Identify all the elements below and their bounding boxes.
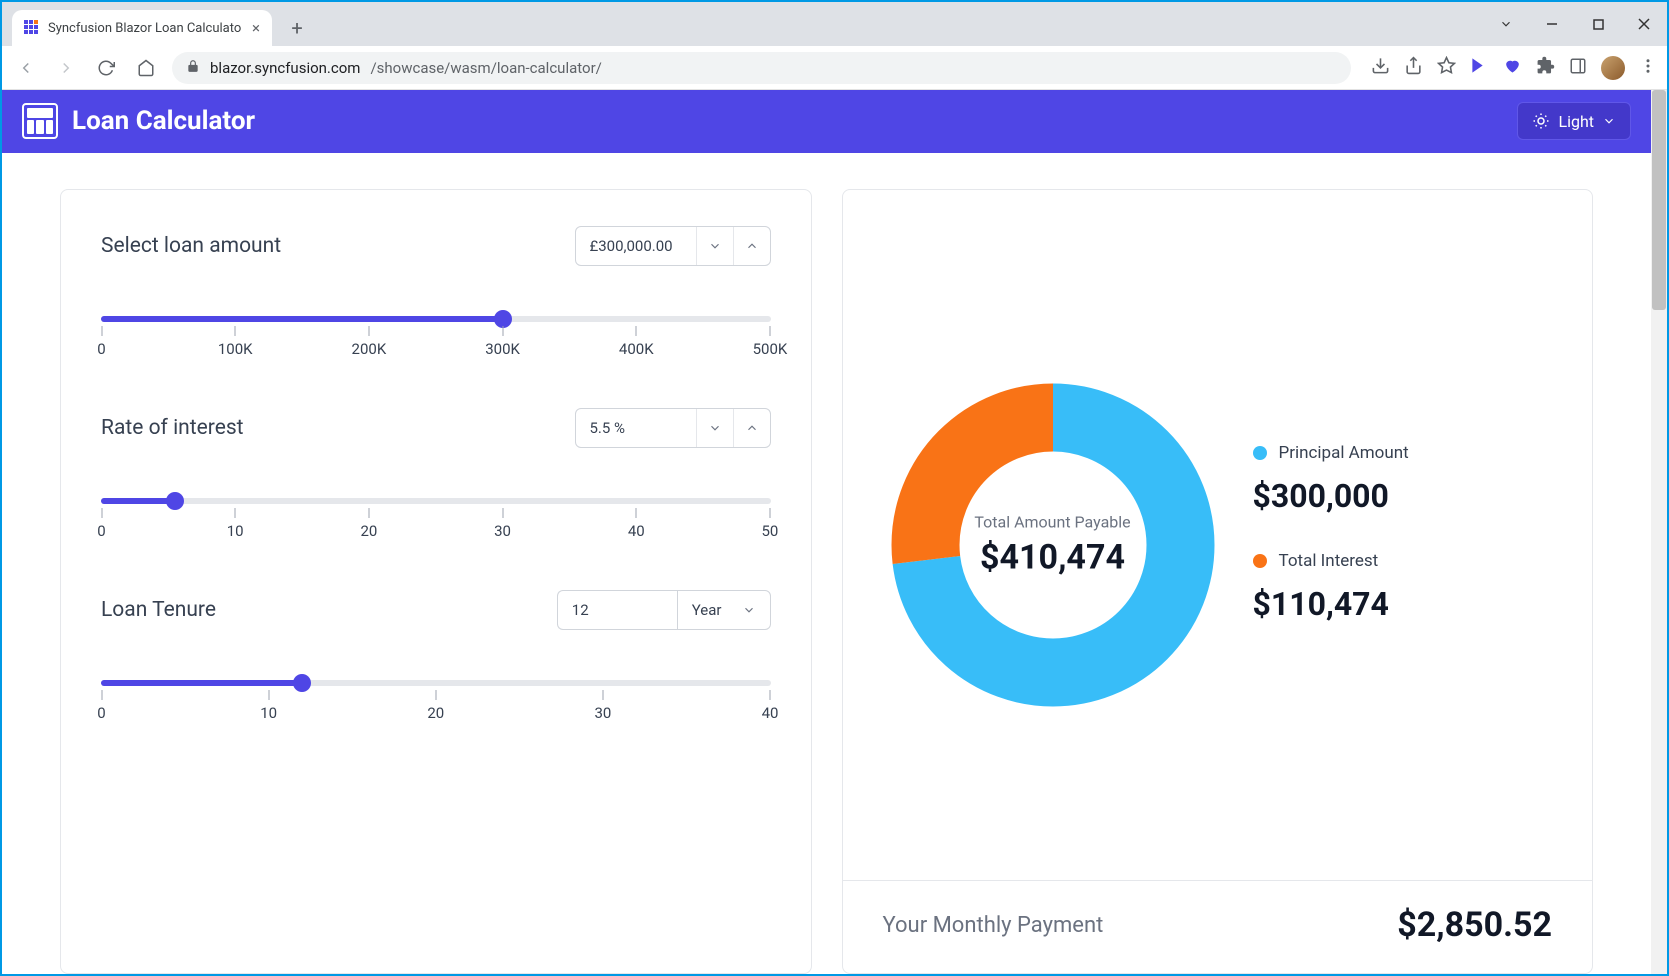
browser-toolbar: blazor.syncfusion.com/showcase/wasm/loan… bbox=[2, 46, 1667, 90]
amount-label: Select loan amount bbox=[101, 234, 281, 258]
donut-area: Total Amount Payable $410,474 Principal … bbox=[883, 210, 1553, 880]
puzzle-icon[interactable] bbox=[1536, 56, 1555, 79]
home-button[interactable] bbox=[132, 54, 160, 82]
chevron-down-icon[interactable] bbox=[1483, 8, 1529, 40]
reload-button[interactable] bbox=[92, 54, 120, 82]
scrollbar-thumb[interactable] bbox=[1652, 90, 1666, 310]
legend-interest-value: $110,474 bbox=[1253, 585, 1409, 623]
toolbar-actions bbox=[1371, 56, 1657, 80]
tab-title: Syncfusion Blazor Loan Calculato bbox=[48, 21, 244, 36]
forward-button[interactable] bbox=[52, 54, 80, 82]
tenure-unit-label: Year bbox=[692, 601, 722, 619]
browser-window: Syncfusion Blazor Loan Calculato × + bla… bbox=[2, 2, 1667, 974]
amount-stepper[interactable]: £300,000.00 bbox=[575, 226, 771, 266]
amount-decrement[interactable] bbox=[697, 227, 733, 265]
theme-label: Light bbox=[1558, 112, 1594, 131]
donut-chart: Total Amount Payable $410,474 bbox=[883, 375, 1223, 715]
lock-icon bbox=[186, 59, 200, 77]
theme-toggle-button[interactable]: Light bbox=[1517, 102, 1631, 140]
share-icon[interactable] bbox=[1404, 56, 1423, 79]
address-bar[interactable]: blazor.syncfusion.com/showcase/wasm/loan… bbox=[172, 52, 1351, 84]
legend-interest: Total Interest bbox=[1253, 551, 1409, 571]
rate-slider[interactable]: 01020304050 bbox=[101, 498, 771, 510]
back-button[interactable] bbox=[12, 54, 40, 82]
window-controls bbox=[1483, 2, 1667, 46]
legend-principal-label: Principal Amount bbox=[1279, 443, 1409, 463]
results-card: Total Amount Payable $410,474 Principal … bbox=[842, 189, 1594, 974]
legend-principal: Principal Amount bbox=[1253, 443, 1409, 463]
heart-icon[interactable] bbox=[1503, 56, 1522, 79]
url-path: /showcase/wasm/loan-calculator/ bbox=[370, 59, 601, 77]
tenure-value[interactable]: 12 bbox=[557, 590, 677, 630]
page-viewport: Loan Calculator Light Select loan amount… bbox=[2, 90, 1667, 974]
sun-icon bbox=[1532, 112, 1550, 130]
profile-avatar[interactable] bbox=[1601, 56, 1625, 80]
amount-row: Select loan amount £300,000.00 bbox=[101, 226, 771, 266]
tenure-label: Loan Tenure bbox=[101, 598, 216, 622]
tenure-slider[interactable]: 010203040 bbox=[101, 680, 771, 692]
app-header: Loan Calculator Light bbox=[2, 90, 1651, 153]
tenure-unit-dropdown[interactable]: Year bbox=[677, 590, 771, 630]
star-icon[interactable] bbox=[1437, 56, 1456, 79]
chevron-down-icon bbox=[742, 603, 756, 617]
legend-interest-label: Total Interest bbox=[1279, 551, 1379, 571]
page-content: Loan Calculator Light Select loan amount… bbox=[2, 90, 1651, 974]
extension-icon[interactable] bbox=[1470, 56, 1489, 79]
amount-slider[interactable]: 0100K200K300K400K500K bbox=[101, 316, 771, 328]
url-host: blazor.syncfusion.com bbox=[210, 59, 360, 77]
chart-legend: Principal Amount $300,000 Total Interest… bbox=[1253, 443, 1409, 647]
tab-favicon bbox=[24, 20, 40, 36]
browser-tab[interactable]: Syncfusion Blazor Loan Calculato × bbox=[12, 10, 272, 46]
total-value: $410,474 bbox=[974, 537, 1130, 577]
monthly-value: $2,850.52 bbox=[1397, 905, 1552, 945]
minimize-button[interactable] bbox=[1529, 8, 1575, 40]
vertical-scrollbar[interactable] bbox=[1651, 90, 1667, 974]
rate-increment[interactable] bbox=[734, 409, 770, 447]
rate-value: 5.5 % bbox=[576, 419, 696, 437]
chevron-down-icon bbox=[1602, 114, 1616, 128]
legend-dot-icon bbox=[1253, 446, 1267, 460]
tenure-row: Loan Tenure 12 Year bbox=[101, 590, 771, 630]
browser-tabstrip: Syncfusion Blazor Loan Calculato × + bbox=[2, 2, 1667, 46]
new-tab-button[interactable]: + bbox=[282, 13, 312, 43]
maximize-button[interactable] bbox=[1575, 8, 1621, 40]
rate-decrement[interactable] bbox=[697, 409, 733, 447]
tenure-input-group: 12 Year bbox=[557, 590, 771, 630]
close-button[interactable] bbox=[1621, 8, 1667, 40]
rate-row: Rate of interest 5.5 % bbox=[101, 408, 771, 448]
inputs-card: Select loan amount £300,000.00 bbox=[60, 189, 812, 974]
close-icon[interactable]: × bbox=[252, 19, 260, 37]
download-icon[interactable] bbox=[1371, 56, 1390, 79]
monthly-payment-row: Your Monthly Payment $2,850.52 bbox=[843, 880, 1593, 945]
rate-label: Rate of interest bbox=[101, 416, 244, 440]
app-logo-icon bbox=[22, 103, 58, 139]
legend-principal-value: $300,000 bbox=[1253, 477, 1409, 515]
total-label: Total Amount Payable bbox=[974, 512, 1130, 531]
sidepanel-icon[interactable] bbox=[1569, 57, 1587, 79]
menu-icon[interactable] bbox=[1639, 57, 1657, 79]
legend-dot-icon bbox=[1253, 554, 1267, 568]
page-title: Loan Calculator bbox=[72, 106, 255, 136]
amount-value: £300,000.00 bbox=[576, 237, 696, 255]
donut-center: Total Amount Payable $410,474 bbox=[974, 512, 1130, 577]
rate-stepper[interactable]: 5.5 % bbox=[575, 408, 771, 448]
amount-increment[interactable] bbox=[734, 227, 770, 265]
monthly-label: Your Monthly Payment bbox=[883, 913, 1104, 938]
main-content: Select loan amount £300,000.00 bbox=[2, 153, 1651, 974]
